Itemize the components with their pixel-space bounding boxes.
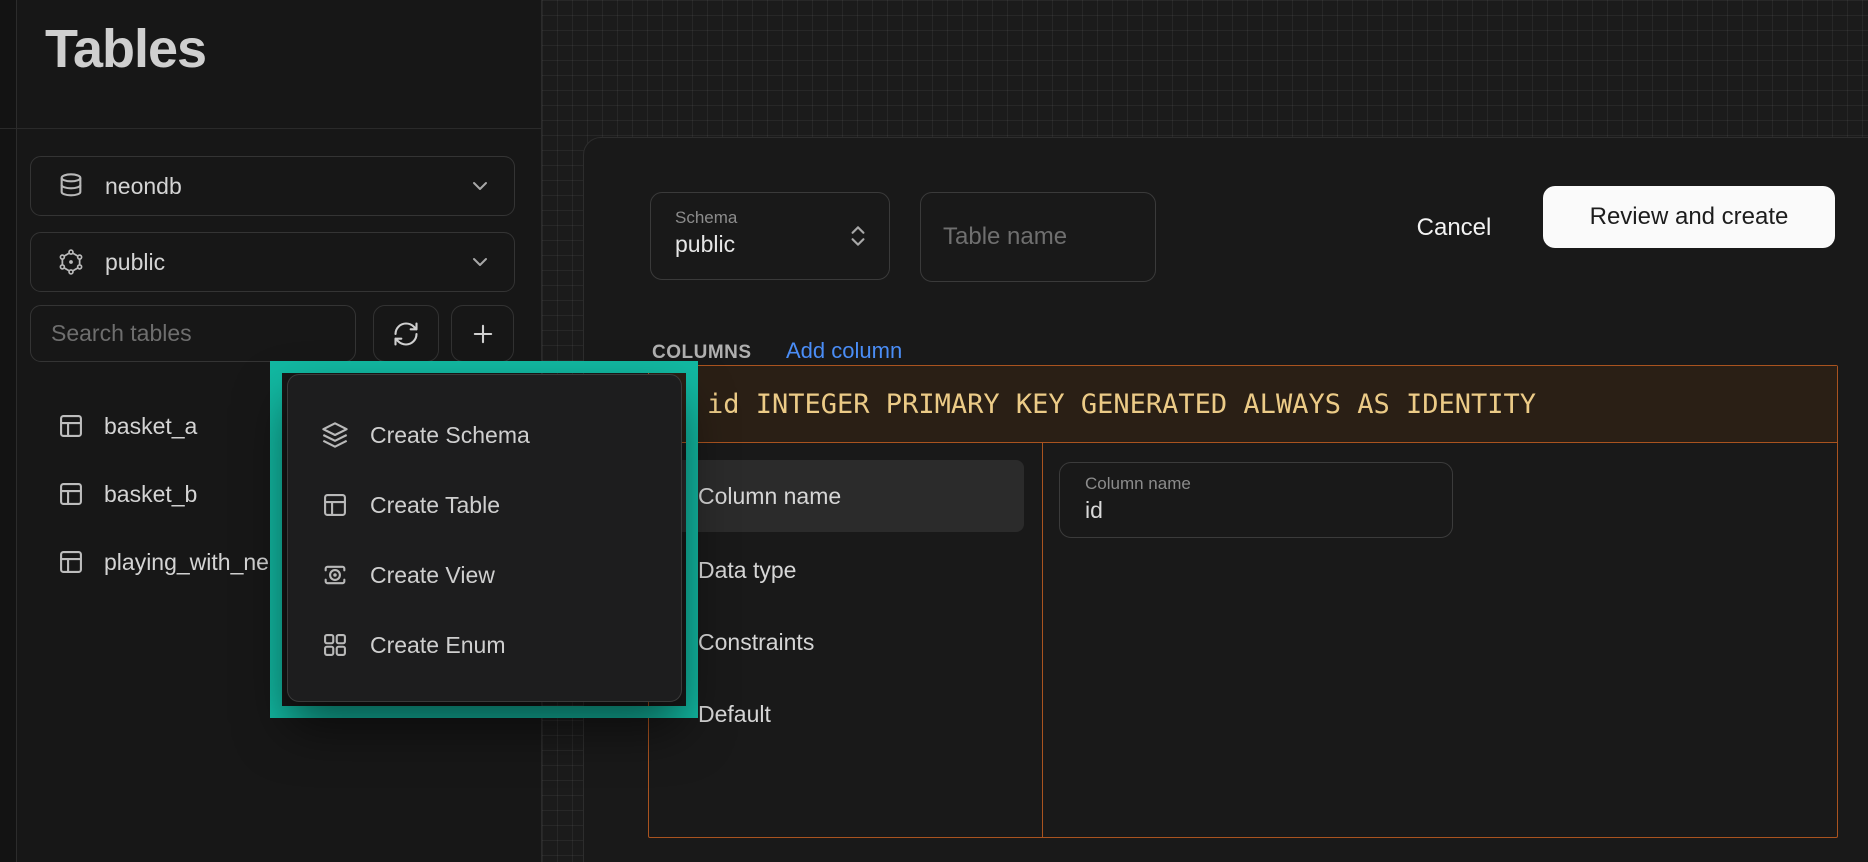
schema-picker-label: Schema [675, 207, 871, 229]
schema-select[interactable]: public [30, 232, 515, 292]
table-name-input[interactable] [920, 192, 1156, 282]
schema-icon [57, 248, 85, 276]
table-list-item[interactable]: playing_with_neon [30, 534, 278, 590]
table-icon [57, 480, 85, 508]
menu-item-create-table[interactable]: Create Table [288, 470, 681, 540]
menu-item-label: Create View [370, 562, 495, 589]
column-field-list: Column name Data type Constraints Defaul… [649, 443, 1043, 838]
column-detail-pane: Column name [1043, 443, 1837, 838]
field-item-data-type[interactable]: Data type [674, 534, 1024, 606]
table-list-item[interactable]: basket_a [30, 398, 278, 454]
menu-item-label: Create Enum [370, 632, 506, 659]
field-item-constraints[interactable]: Constraints [674, 606, 1024, 678]
menu-item-label: Create Table [370, 492, 500, 519]
database-icon [57, 172, 85, 200]
add-table-button[interactable] [451, 305, 514, 362]
schema-picker-value: public [675, 229, 871, 259]
schema-picker[interactable]: Schema public [650, 192, 890, 280]
add-column-link[interactable]: Add column [786, 338, 902, 364]
refresh-icon [392, 320, 420, 348]
sidebar-divider [0, 128, 542, 129]
tables-page: Tables neondb public basket_a basket_b [0, 0, 1868, 862]
table-name: basket_a [104, 413, 197, 440]
refresh-tables-button[interactable] [373, 305, 439, 362]
cancel-button[interactable]: Cancel [1388, 198, 1520, 258]
column-definition-sql: id INTEGER PRIMARY KEY GENERATED ALWAYS … [707, 389, 1536, 420]
table-name: playing_with_neon [104, 549, 278, 576]
table-icon [57, 548, 85, 576]
plus-icon [469, 320, 497, 348]
review-and-create-button[interactable]: Review and create [1543, 186, 1835, 248]
menu-item-create-view[interactable]: Create View [288, 540, 681, 610]
columns-editor: id INTEGER PRIMARY KEY GENERATED ALWAYS … [648, 365, 1838, 838]
column-name-field-label: Column name [1085, 473, 1452, 495]
search-tables-input[interactable] [30, 305, 356, 362]
eye-icon [321, 561, 349, 589]
field-item-label: Column name [674, 483, 841, 510]
menu-item-create-enum[interactable]: Create Enum [288, 610, 681, 680]
table-list-item[interactable]: basket_b [30, 466, 278, 522]
layers-icon [321, 421, 349, 449]
menu-item-label: Create Schema [370, 422, 530, 449]
database-select-value: neondb [105, 173, 468, 200]
page-title: Tables [45, 18, 206, 80]
menu-item-create-schema[interactable]: Create Schema [288, 400, 681, 470]
chevron-down-icon [468, 250, 492, 274]
table-icon [57, 412, 85, 440]
field-item-column-name[interactable]: Column name [674, 460, 1024, 532]
schema-select-value: public [105, 249, 468, 276]
table-icon [321, 491, 349, 519]
field-item-default[interactable]: Default [674, 678, 1024, 750]
column-editor-body: Column name Data type Constraints Defaul… [649, 443, 1837, 838]
chevrons-up-down-icon [845, 223, 871, 249]
column-definition-row[interactable]: id INTEGER PRIMARY KEY GENERATED ALWAYS … [649, 366, 1837, 443]
column-name-input[interactable] [1085, 495, 1415, 525]
chevron-down-icon [468, 174, 492, 198]
database-select[interactable]: neondb [30, 156, 515, 216]
grid-icon [321, 631, 349, 659]
column-name-field[interactable]: Column name [1059, 462, 1453, 538]
table-name: basket_b [104, 481, 197, 508]
create-menu: Create Schema Create Table Create View C… [287, 374, 682, 702]
left-edge-strip [0, 0, 17, 862]
